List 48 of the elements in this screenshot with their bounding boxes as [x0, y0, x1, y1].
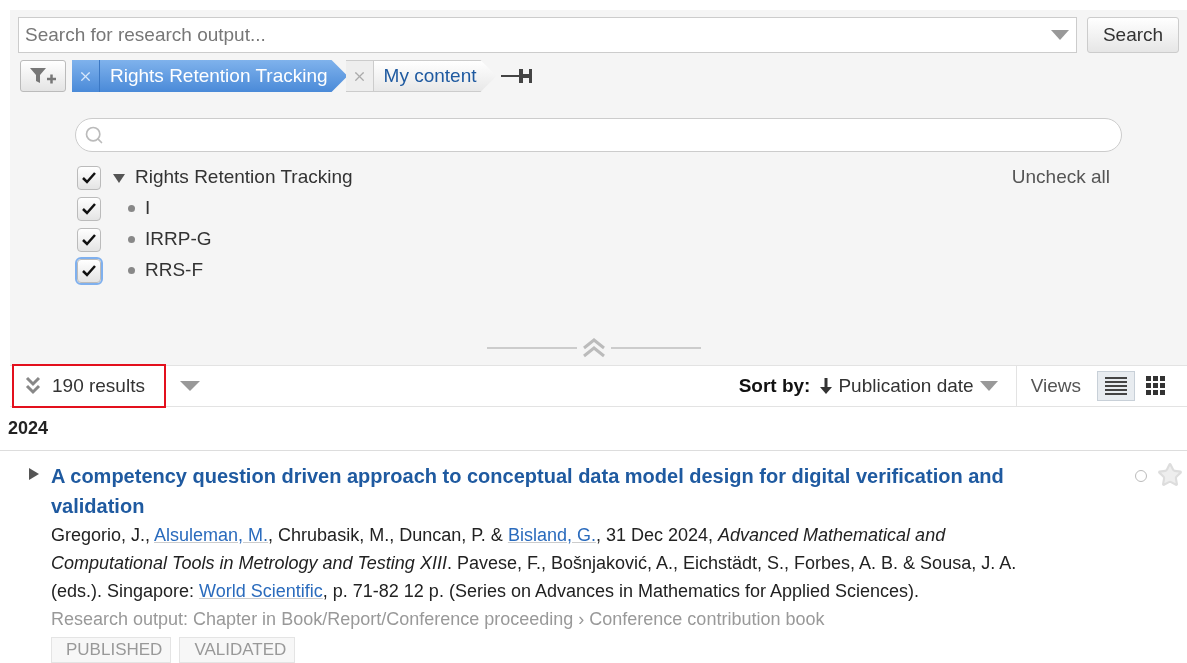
checkbox[interactable] [77, 227, 101, 252]
list-icon [1105, 376, 1127, 396]
checkmark-icon [81, 201, 97, 216]
author-link[interactable]: World Scientific [199, 581, 323, 601]
year-heading: 2024 [8, 417, 49, 440]
search-button[interactable]: Search [1087, 17, 1179, 53]
checkmark-icon [81, 170, 97, 185]
bullet-icon [128, 205, 135, 212]
status-tag: VALIDATED [179, 637, 296, 663]
status-tag: PUBLISHED [51, 637, 172, 663]
results-count-text: 190 results [52, 373, 145, 398]
caret-icon[interactable] [180, 381, 200, 391]
tree-label: IRRP-G [145, 227, 212, 252]
down-arrow-icon [820, 378, 833, 394]
views-label: Views [1030, 373, 1081, 398]
bullet-icon [128, 236, 135, 243]
tree-label: Rights Retention Tracking [135, 165, 353, 190]
filter-search-field[interactable] [75, 118, 1122, 152]
search-field[interactable]: Search for research output... [18, 17, 1077, 53]
caret-icon[interactable] [1051, 30, 1069, 40]
uncheck-all-link[interactable]: Uncheck all [1011, 162, 1110, 193]
checkbox[interactable] [77, 196, 101, 221]
star-icon[interactable] [1157, 462, 1183, 488]
results-count[interactable]: 190 results [12, 364, 166, 408]
sort-dropdown[interactable]: Publication date [820, 366, 1017, 406]
expand-triangle-icon[interactable] [113, 171, 125, 184]
checkbox[interactable] [77, 165, 101, 190]
citation-text: Gregorio, J., Alsuleman, M., Chrubasik, M., Duncan, P. & Bisland, G., 31 Dec 2024, Advanced Mathematical and Computational Tools in Metrology and Testing XIII. Pavese, F., Bošnjaković, A., Eichstädt, S., Forbes, A. B. & Sousa, J. A. (eds.). Singapore: World Scientific, p. 71-82 12 p. (Series on Advances in Mathematics for Applied Sciences). [51, 524, 1018, 603]
bullet-icon [128, 267, 135, 274]
view-toggle[interactable] [1097, 371, 1135, 401]
caret-icon [979, 381, 998, 391]
expand-triangle-icon[interactable] [28, 468, 40, 480]
pin-icon[interactable] [500, 66, 535, 86]
tree-label: I [145, 196, 151, 221]
grid-icon [1146, 376, 1166, 396]
sort-label: Sort by: [738, 373, 811, 398]
add-filter-button[interactable] [20, 60, 66, 92]
filter-plus-icon [29, 66, 57, 86]
checkmark-icon [81, 232, 97, 247]
title-link[interactable]: A competency question driven approach to conceptual data model design for digital verification and validation [51, 461, 1051, 521]
checkmark-icon [81, 263, 97, 278]
output-type-text: Research output: Chapter in Book/Report/Conference proceeding › Conference contribution book [51, 608, 826, 631]
author-link[interactable]: Bisland, G. [507, 525, 596, 545]
tree-label: RRS-F [145, 258, 204, 283]
author-link[interactable]: Alsuleman, M. [154, 525, 269, 545]
search-icon [84, 125, 104, 145]
double-check-icon [24, 376, 42, 396]
filter-label[interactable]: My content [373, 61, 477, 91]
